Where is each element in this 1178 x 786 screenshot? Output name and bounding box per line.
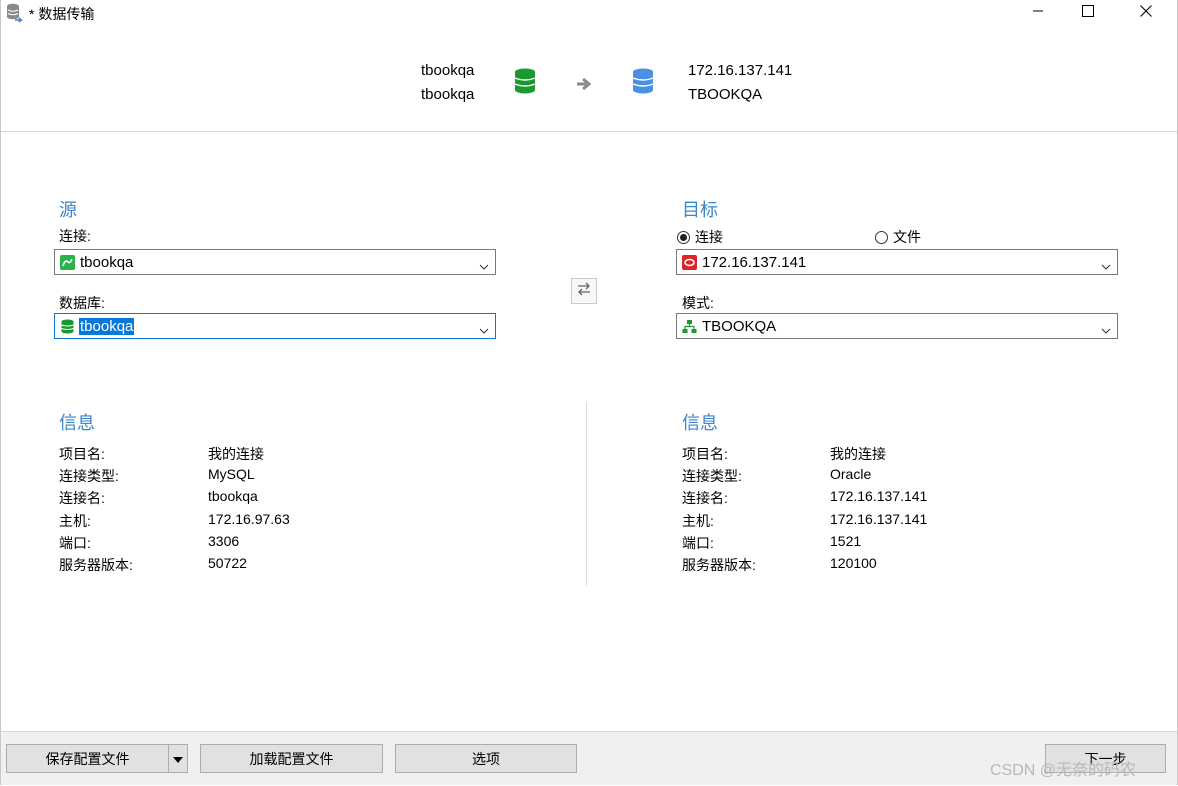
maximize-icon: [1082, 4, 1094, 22]
info-label: 端口:: [59, 534, 91, 551]
info-label: 主机:: [682, 512, 714, 529]
data-transfer-window: * 数据传输 tbookqa tbookqa 172.16.137.141 TB…: [0, 0, 1178, 785]
target-schema-text: TBOOKQA: [688, 86, 763, 103]
info-value: 我的连接: [830, 446, 886, 462]
swap-button[interactable]: [571, 278, 597, 304]
transfer-summary-header: tbookqa tbookqa 172.16.137.141 TBOOKQA: [1, 26, 1177, 132]
chevron-down-icon: [1101, 258, 1111, 276]
radio-unselected-icon: [875, 230, 888, 244]
window-title: * 数据传输: [29, 6, 95, 22]
database-icon: [60, 319, 75, 334]
source-database-icon: [514, 68, 536, 99]
watermark: CSDN @无奈的码农: [990, 762, 1137, 779]
options-button[interactable]: 选项: [395, 744, 577, 773]
radio-connection-label: 连接: [695, 229, 723, 245]
chevron-down-icon: [479, 322, 489, 340]
info-value: 172.16.137.141: [830, 488, 928, 505]
swap-arrows-icon: [576, 282, 592, 301]
info-value: 1521: [830, 532, 862, 549]
info-label: 服务器版本:: [59, 557, 133, 573]
maximize-button[interactable]: [1065, 0, 1111, 26]
radio-selected-icon: [677, 230, 690, 244]
transfer-arrow-icon: [575, 76, 593, 97]
target-file-radio[interactable]: 文件: [875, 227, 921, 247]
info-value: Oracle: [830, 466, 872, 483]
target-database-icon: [632, 68, 654, 99]
target-title: 目标: [682, 200, 718, 220]
schema-icon: [682, 319, 697, 334]
source-database-text: tbookqa: [421, 86, 475, 103]
source-summary: tbookqa tbookqa: [421, 59, 474, 107]
info-value: MySQL: [208, 466, 255, 483]
oracle-connection-icon: [682, 255, 697, 270]
info-value: 50722: [208, 555, 247, 571]
info-label: 项目名:: [682, 446, 728, 462]
title-bar: * 数据传输: [1, 0, 1177, 26]
target-connection-text: 172.16.137.141: [688, 62, 793, 79]
info-value: 120100: [830, 555, 877, 571]
target-connection-select[interactable]: 172.16.137.141: [676, 249, 1118, 275]
source-title: 源: [59, 200, 77, 220]
info-divider: [586, 402, 587, 586]
info-label: 连接名:: [59, 490, 105, 507]
close-icon: [1140, 4, 1152, 22]
target-schema-select[interactable]: TBOOKQA: [676, 313, 1118, 339]
target-summary: 172.16.137.141 TBOOKQA: [688, 59, 792, 107]
target-connection-radio[interactable]: 连接: [677, 227, 723, 247]
source-connection-label: 连接:: [59, 228, 91, 244]
minimize-icon: [1032, 4, 1044, 22]
info-value: 3306: [208, 532, 240, 549]
save-profile-button[interactable]: 保存配置文件: [6, 744, 169, 773]
source-connection-value: tbookqa: [80, 254, 134, 271]
info-value: 172.16.137.141: [830, 510, 928, 527]
info-label: 服务器版本:: [682, 557, 756, 573]
chevron-down-icon: [479, 258, 489, 276]
target-schema-value: TBOOKQA: [702, 318, 777, 335]
save-profile-dropdown[interactable]: [168, 744, 188, 773]
caret-down-icon: [173, 750, 183, 768]
source-database-value: tbookqa: [79, 318, 135, 335]
info-label: 连接类型:: [59, 468, 119, 485]
source-connection-text: tbookqa: [421, 62, 475, 79]
info-value: 172.16.97.63: [208, 510, 290, 527]
info-value: 我的连接: [208, 446, 264, 462]
info-label: 连接类型:: [682, 468, 742, 485]
source-connection-select[interactable]: tbookqa: [54, 249, 496, 275]
info-label: 连接名:: [682, 490, 728, 507]
radio-file-label: 文件: [893, 229, 921, 245]
info-label: 主机:: [59, 512, 91, 529]
source-database-select[interactable]: tbookqa: [54, 313, 496, 339]
load-profile-button[interactable]: 加载配置文件: [200, 744, 383, 773]
info-label: 项目名:: [59, 446, 105, 462]
target-connection-value: 172.16.137.141: [702, 254, 807, 271]
info-value: tbookqa: [208, 488, 258, 505]
database-transfer-icon: [5, 3, 23, 23]
source-database-label: 数据库:: [59, 295, 105, 311]
minimize-button[interactable]: [1015, 0, 1061, 26]
close-button[interactable]: [1123, 0, 1169, 26]
target-schema-label: 模式:: [682, 295, 714, 311]
mysql-connection-icon: [60, 255, 75, 270]
info-label: 端口:: [682, 534, 714, 551]
source-info-title: 信息: [59, 413, 95, 433]
target-info-title: 信息: [682, 413, 718, 433]
chevron-down-icon: [1101, 322, 1111, 340]
